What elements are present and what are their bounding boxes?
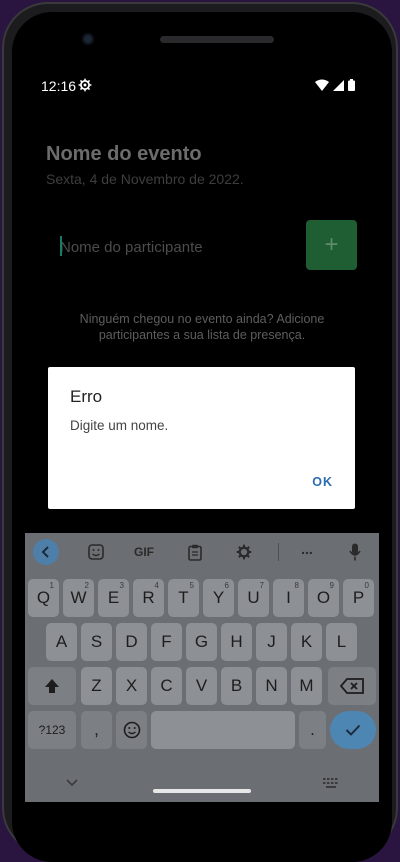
key-d[interactable]: D: [116, 623, 147, 661]
key-label: P: [352, 588, 365, 607]
key-number-hint: 1: [49, 581, 54, 590]
key-c[interactable]: C: [151, 667, 182, 705]
key-v[interactable]: V: [186, 667, 217, 705]
key-m[interactable]: M: [291, 667, 322, 705]
key-n[interactable]: N: [256, 667, 287, 705]
key-u[interactable]: U7: [238, 579, 269, 617]
key-j[interactable]: J: [256, 623, 287, 661]
key-f[interactable]: F: [151, 623, 182, 661]
hide-keyboard-chevron-icon[interactable]: [66, 779, 78, 787]
keyboard-settings-button[interactable]: [234, 541, 254, 563]
clipboard-icon: [188, 544, 202, 561]
dialog-ok-button[interactable]: OK: [312, 475, 333, 489]
keyboard-back-button[interactable]: [33, 539, 59, 565]
key-number-hint: 8: [294, 581, 299, 590]
gear-icon: [236, 544, 252, 560]
key-q[interactable]: Q1: [28, 579, 59, 617]
key-s[interactable]: S: [81, 623, 112, 661]
key-number-hint: 6: [224, 581, 229, 590]
key-e[interactable]: E3: [98, 579, 129, 617]
dialog-title: Erro: [70, 387, 103, 406]
key-label: Y: [212, 588, 225, 607]
key-number-hint: 0: [364, 581, 369, 590]
key-t[interactable]: T5: [168, 579, 199, 617]
key-number-hint: 7: [259, 581, 264, 590]
key-label: W: [70, 588, 87, 607]
key-label: Q: [36, 588, 51, 607]
home-indicator[interactable]: [153, 789, 251, 793]
clipboard-button[interactable]: [185, 541, 205, 563]
soft-keyboard: GIF ... Q1W2E3R4T5Y6U7I8O9P0 ASDFGHJKL Z…: [25, 533, 379, 802]
navigation-bar: [25, 771, 379, 802]
done-key[interactable]: [330, 711, 376, 749]
key-k[interactable]: K: [291, 623, 322, 661]
key-label: U: [247, 588, 260, 607]
key-z[interactable]: Z: [81, 667, 112, 705]
key-b[interactable]: B: [221, 667, 252, 705]
keyboard-toolbar: GIF ...: [25, 533, 379, 571]
screen: 12:16 Nome do evento Sexta, 4 de Novembr…: [25, 64, 379, 802]
checkmark-icon: [345, 724, 361, 736]
key-h[interactable]: H: [221, 623, 252, 661]
key-label: R: [142, 588, 155, 607]
key-number-hint: 2: [84, 581, 89, 590]
earpiece-speaker: [160, 36, 274, 43]
backspace-icon: [340, 678, 364, 694]
key-label: T: [178, 588, 189, 607]
key-number-hint: 9: [329, 581, 334, 590]
key-r[interactable]: R4: [133, 579, 164, 617]
sticker-icon: [88, 544, 104, 560]
more-options-button[interactable]: ...: [297, 538, 317, 560]
comma-key[interactable]: ,: [81, 711, 112, 749]
error-dialog: Erro Digite um nome. OK: [48, 367, 355, 509]
voice-input-button[interactable]: [347, 541, 363, 563]
backspace-key[interactable]: [328, 667, 376, 705]
key-number-hint: 3: [119, 581, 124, 590]
emoji-key[interactable]: [116, 711, 147, 749]
chevron-left-icon: [41, 546, 49, 558]
shift-arrow-icon: [45, 679, 59, 693]
shift-key[interactable]: [28, 667, 76, 705]
key-y[interactable]: Y6: [203, 579, 234, 617]
key-a[interactable]: A: [46, 623, 77, 661]
key-label: I: [286, 588, 291, 607]
key-o[interactable]: O9: [308, 579, 339, 617]
key-label: O: [316, 588, 331, 607]
toolbar-divider: [278, 543, 279, 561]
sticker-button[interactable]: [85, 541, 107, 563]
dialog-message: Digite um nome.: [70, 418, 169, 433]
key-w[interactable]: W2: [63, 579, 94, 617]
space-key[interactable]: [151, 711, 295, 749]
key-number-hint: 5: [189, 581, 194, 590]
key-g[interactable]: G: [186, 623, 217, 661]
key-x[interactable]: X: [116, 667, 147, 705]
emoji-icon: [123, 721, 140, 739]
front-camera: [82, 33, 94, 45]
gif-button[interactable]: GIF: [131, 541, 157, 563]
key-i[interactable]: I8: [273, 579, 304, 617]
symbols-key[interactable]: ?123: [28, 711, 76, 749]
period-key[interactable]: .: [299, 711, 326, 749]
key-l[interactable]: L: [326, 623, 357, 661]
key-p[interactable]: P0: [343, 579, 374, 617]
microphone-icon: [349, 543, 361, 561]
key-number-hint: 4: [154, 581, 159, 590]
keyboard-switch-icon[interactable]: [323, 778, 339, 789]
key-label: E: [107, 588, 120, 607]
